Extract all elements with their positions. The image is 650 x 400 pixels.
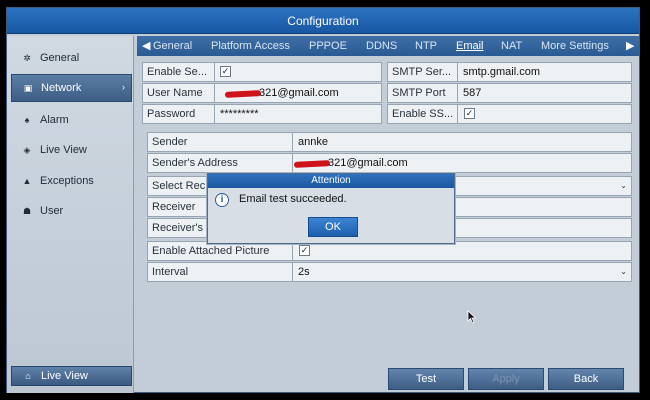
tab-general[interactable]: General [153,36,192,56]
dialog-title: Attention [208,174,454,188]
user-name-row: User Name 321@gmail.com [142,83,382,103]
chevron-down-icon[interactable]: ⌄ [620,177,627,195]
enable-attached-picture-row: Enable Attached Picture ✓ [147,241,632,261]
info-icon: i [215,193,229,207]
enable-ssl-label: Enable SS... [388,105,458,123]
sidebar-item-label: Live View [40,144,87,156]
warning-icon: ▲ [22,176,32,186]
smtp-server-row: SMTP Ser... smtp.gmail.com [387,62,632,82]
window-title: Configuration [7,8,639,34]
password-row: Password ********* [142,104,382,124]
enable-ssl-checkbox[interactable]: ✓ [464,108,475,119]
sidebar-item-label: Exceptions [40,175,94,187]
sidebar-item-network[interactable]: ▣ Network › [11,74,132,102]
sidebar-item-user[interactable]: ☗ User [11,197,132,225]
password-input[interactable]: ********* [216,105,259,123]
users-icon: ☗ [22,205,32,216]
tab-prev-arrow-icon[interactable]: ◀ [142,36,150,56]
sidebar-item-label: Network [41,82,82,94]
smtp-port-row: SMTP Port 587 [387,83,632,103]
sender-input[interactable]: annke [294,133,328,151]
eye-icon: ◈ [23,144,31,155]
smtp-server-label: SMTP Ser... [388,63,458,81]
enable-server-auth-row: Enable Se... ✓ [142,62,382,82]
tab-ddns[interactable]: DDNS [366,36,397,56]
sender-address-label: Sender's Address [148,154,293,172]
apply-button[interactable]: Apply [468,368,544,390]
smtp-port-input[interactable]: 587 [459,84,481,102]
interval-select[interactable]: 2s [294,263,310,281]
tab-more-settings[interactable]: More Settings [541,36,609,56]
sidebar-item-general[interactable]: ✲ General [11,44,132,72]
sidebar-item-alarm[interactable]: ♠ Alarm [11,106,132,134]
interval-label: Interval [148,263,293,281]
enable-ssl-row: Enable SS... ✓ [387,104,632,124]
enable-server-auth-checkbox[interactable]: ✓ [220,66,231,77]
tab-email[interactable]: Email [456,36,484,56]
smtp-port-label: SMTP Port [388,84,458,102]
smtp-server-input[interactable]: smtp.gmail.com [459,63,540,81]
dialog-message: Email test succeeded. [239,193,347,205]
back-button[interactable]: Back [548,368,624,390]
chevron-down-icon[interactable]: ⌄ [620,263,627,281]
sender-label: Sender [148,133,293,151]
configuration-window: Configuration ✲ General ▣ Network › ♠ Al… [6,7,640,393]
sidebar-item-label: General [40,52,80,64]
tab-ntp[interactable]: NTP [415,36,437,56]
sender-address-input[interactable]: 321@gmail.com [324,154,408,172]
tab-next-arrow-icon[interactable]: ▶ [626,36,634,56]
user-name-label: User Name [143,84,215,102]
user-name-input[interactable]: 321@gmail.com [255,84,339,102]
enable-server-auth-label: Enable Se... [143,63,215,81]
sender-address-row: Sender's Address 321@gmail.com [147,153,632,173]
tab-nat[interactable]: NAT [501,36,522,56]
interval-row: Interval 2s ⌄ [147,262,632,282]
live-view-button-label: Live View [41,370,88,382]
enable-attached-picture-checkbox[interactable]: ✓ [299,245,310,256]
alarm-icon: ♠ [24,115,30,125]
sidebar-item-exceptions[interactable]: ▲ Exceptions [11,167,132,195]
attention-dialog: Attention i Email test succeeded. OK [207,173,455,244]
network-icon: ▣ [23,82,33,93]
sidebar-item-label: Alarm [40,114,69,126]
password-label: Password [143,105,215,123]
tab-pppoe[interactable]: PPPOE [309,36,347,56]
ok-button[interactable]: OK [308,217,358,237]
live-view-button[interactable]: ⌂ Live View [11,366,132,386]
mouse-cursor-icon [467,310,477,324]
chevron-right-icon: › [122,82,125,92]
tab-bar: ◀ General Platform Access PPPOE DDNS NTP… [137,36,639,56]
sender-row: Sender annke [147,132,632,152]
sidebar-item-label: User [40,205,64,217]
gear-icon: ✲ [23,52,31,63]
sidebar: ✲ General ▣ Network › ♠ Alarm ◈ Live Vie… [7,36,134,393]
home-icon: ⌂ [25,371,31,381]
test-button[interactable]: Test [388,368,464,390]
tab-platform-access[interactable]: Platform Access [211,36,290,56]
sidebar-item-live-view[interactable]: ◈ Live View [11,136,132,164]
enable-attached-picture-label: Enable Attached Picture [148,242,293,260]
